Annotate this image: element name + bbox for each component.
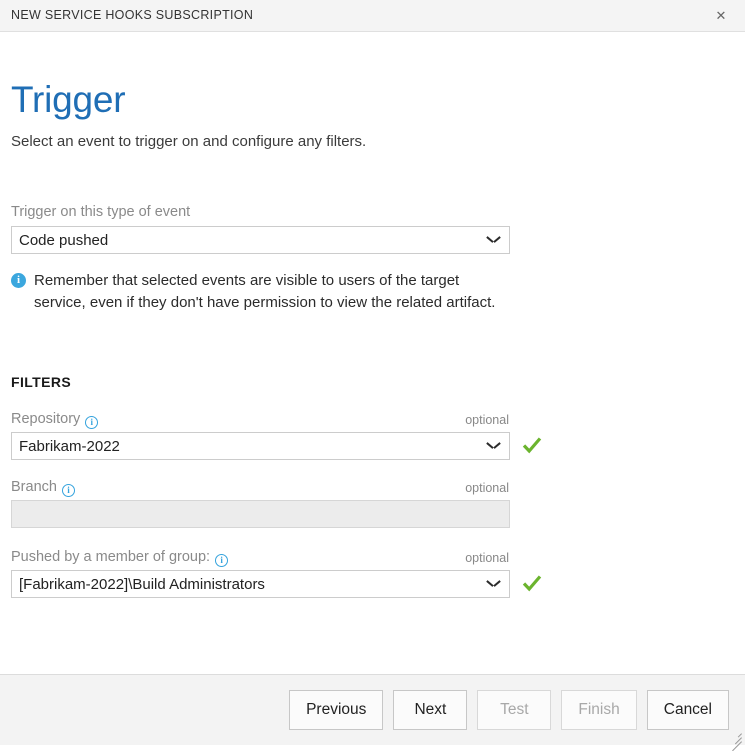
filters-heading: FILTERS xyxy=(11,374,71,390)
new-service-hooks-subscription-dialog: NEW SERVICE HOOKS SUBSCRIPTION ✕ Trigger… xyxy=(0,0,745,745)
footer-button-bar: Previous Next Test Finish Cancel xyxy=(289,690,729,730)
branch-control xyxy=(11,500,545,528)
chevron-down-icon xyxy=(487,236,500,244)
info-circle-filled-icon: i xyxy=(11,273,26,288)
test-button: Test xyxy=(477,690,551,730)
repository-optional-tag: optional xyxy=(465,410,509,430)
page-title: Trigger xyxy=(11,78,125,122)
repository-control: Fabrikam-2022 xyxy=(11,432,545,460)
chevron-down-icon xyxy=(487,580,500,588)
info-message-text: Remember that selected events are visibl… xyxy=(34,270,511,314)
next-button[interactable]: Next xyxy=(393,690,467,730)
info-circle-outline-icon[interactable]: i xyxy=(85,416,98,429)
dialog-content: Trigger Select an event to trigger on an… xyxy=(0,32,745,674)
branch-input[interactable] xyxy=(11,500,510,528)
info-message: i Remember that selected events are visi… xyxy=(11,270,511,314)
cancel-button[interactable]: Cancel xyxy=(647,690,729,730)
event-type-field: Code pushed xyxy=(11,226,510,254)
page-subtitle: Select an event to trigger on and config… xyxy=(11,132,366,152)
pushed-by-group-selected-value: [Fabrikam-2022]\Build Administrators xyxy=(19,571,479,597)
close-icon[interactable]: ✕ xyxy=(706,0,736,31)
filter-row-pushed-by-group: Pushed by a member of group: i optional [… xyxy=(11,547,545,598)
repository-select[interactable]: Fabrikam-2022 xyxy=(11,432,510,460)
repository-selected-value: Fabrikam-2022 xyxy=(19,433,479,459)
repository-valid-check-icon xyxy=(521,434,543,456)
dialog-footer: Previous Next Test Finish Cancel xyxy=(0,674,745,745)
branch-label: Branchi xyxy=(11,477,75,497)
filter-row-repository: Repository i optional Fabrikam-2022 xyxy=(11,409,545,460)
chevron-down-icon xyxy=(487,442,500,450)
pushed-by-group-control: [Fabrikam-2022]\Build Administrators xyxy=(11,570,545,598)
pushed-by-group-optional-tag: optional xyxy=(465,548,509,568)
repository-label-line: Repository i optional xyxy=(11,409,545,429)
previous-button[interactable]: Previous xyxy=(289,690,383,730)
event-type-select[interactable]: Code pushed xyxy=(11,226,510,254)
branch-optional-tag: optional xyxy=(465,478,509,498)
resize-grip-icon[interactable] xyxy=(727,728,743,744)
info-circle-outline-icon[interactable]: i xyxy=(215,554,228,567)
event-type-selected-value: Code pushed xyxy=(19,227,479,253)
pushed-by-group-label-text: Pushed by a member of group: xyxy=(11,549,210,565)
filter-row-branch: Branchi optional xyxy=(11,477,545,528)
dialog-titlebar: NEW SERVICE HOOKS SUBSCRIPTION ✕ xyxy=(0,0,745,32)
repository-label: Repository i xyxy=(11,409,98,429)
dialog-title: NEW SERVICE HOOKS SUBSCRIPTION xyxy=(11,8,253,22)
finish-button: Finish xyxy=(561,690,636,730)
pushed-by-group-label: Pushed by a member of group: i xyxy=(11,547,228,567)
branch-label-line: Branchi optional xyxy=(11,477,545,497)
pushed-by-group-select[interactable]: [Fabrikam-2022]\Build Administrators xyxy=(11,570,510,598)
pushed-by-group-label-line: Pushed by a member of group: i optional xyxy=(11,547,545,567)
repository-label-text: Repository xyxy=(11,411,80,427)
branch-label-text: Branch xyxy=(11,479,57,495)
pushed-by-group-valid-check-icon xyxy=(521,572,543,594)
event-type-label: Trigger on this type of event xyxy=(11,203,190,221)
info-circle-outline-icon[interactable]: i xyxy=(62,484,75,497)
